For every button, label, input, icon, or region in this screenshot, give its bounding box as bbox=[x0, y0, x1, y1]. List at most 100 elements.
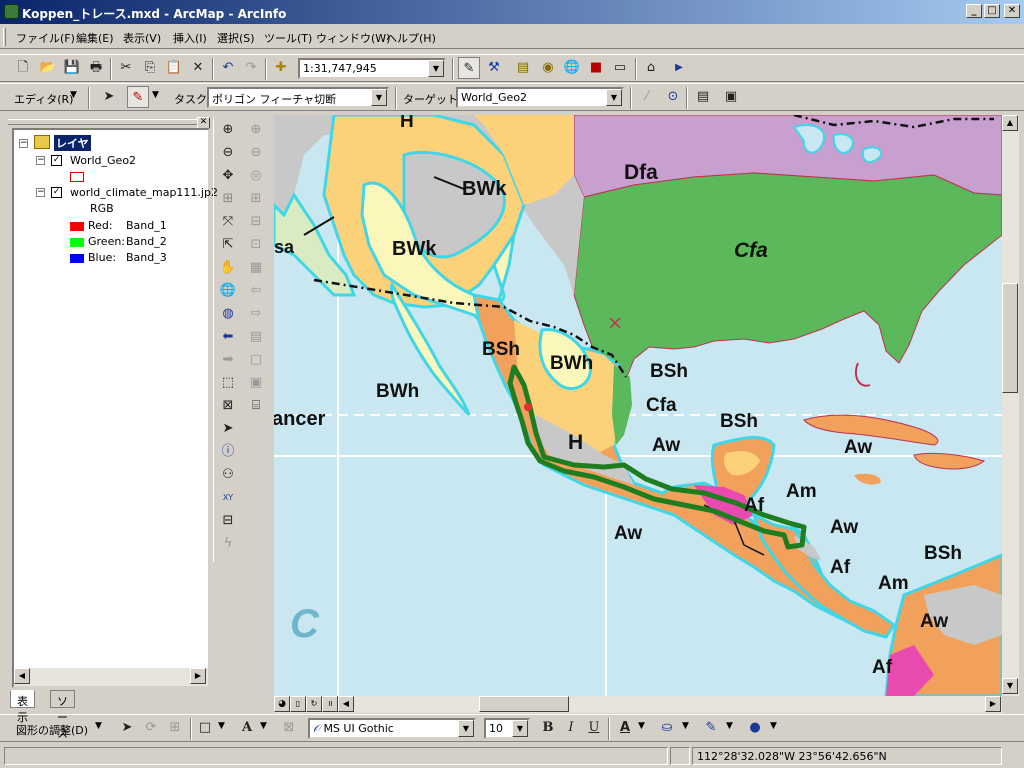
toc-root-label[interactable]: レイヤ bbox=[54, 135, 91, 151]
zoom-extent-arrows-icon[interactable]: ⇱ bbox=[216, 234, 240, 256]
tab-source[interactable]: ソース bbox=[50, 690, 75, 740]
toolbox-icon[interactable]: ■ bbox=[585, 57, 607, 79]
globe-icon[interactable]: 🌐 bbox=[561, 57, 583, 79]
rotate-element-icon[interactable]: ⟳ bbox=[140, 717, 162, 739]
climate-map[interactable]: H BWk Dfa Cfa sa BWk BSh BWh BWh BSh Cfa… bbox=[274, 115, 1002, 696]
rotate-tool-icon[interactable]: ⊙ bbox=[662, 86, 684, 108]
underline-button[interactable]: U bbox=[583, 717, 605, 739]
copy-icon[interactable]: ⎘ bbox=[139, 57, 161, 79]
fixed-zoom-in-icon[interactable]: ✥ bbox=[216, 165, 240, 187]
edit-pointer-icon[interactable]: ➤ bbox=[98, 86, 120, 108]
rectangle-chevron-icon[interactable]: ▼ bbox=[218, 721, 225, 731]
font-name-combo[interactable]: 𝒪 MS UI Gothic ▼ bbox=[308, 718, 476, 739]
forward-arrow-icon[interactable]: ➡ bbox=[216, 349, 240, 371]
font-color-chevron-icon[interactable]: ▼ bbox=[638, 721, 645, 731]
pan-hand-icon[interactable]: ✋ bbox=[216, 257, 240, 279]
editor-menu-chevron-icon[interactable]: ▼ bbox=[70, 90, 77, 100]
menu-edit[interactable]: 編集(E) bbox=[76, 30, 114, 46]
chevron-down-icon[interactable]: ▼ bbox=[371, 89, 387, 106]
data-view-icon[interactable]: ◕ bbox=[274, 696, 290, 712]
zoom-out-icon[interactable]: ⊖ bbox=[216, 142, 240, 164]
layer-checkbox[interactable]: ✓ bbox=[51, 155, 62, 166]
map-scale-combo[interactable]: 1:31,747,945 ▼ bbox=[298, 58, 446, 79]
select-features-icon[interactable]: ⬚ bbox=[216, 372, 240, 394]
marker-color-icon[interactable]: ● bbox=[744, 717, 766, 739]
layout-select-icon[interactable]: ▢ bbox=[244, 349, 268, 371]
toc-grip[interactable] bbox=[8, 119, 198, 125]
menu-help[interactable]: ヘルプ(H) bbox=[386, 30, 436, 46]
split-tool-icon[interactable]: ⁄ bbox=[636, 86, 658, 108]
pause-drawing-icon[interactable]: ॥ bbox=[322, 696, 338, 712]
rectangle-icon[interactable]: □ bbox=[194, 717, 216, 739]
model-builder-icon[interactable]: ⌂ bbox=[640, 57, 662, 79]
menu-file[interactable]: ファイル(F) bbox=[16, 30, 75, 46]
collapse-icon[interactable]: − bbox=[36, 188, 45, 197]
chevron-down-icon[interactable]: ▼ bbox=[606, 89, 622, 106]
cut-icon[interactable]: ✂ bbox=[115, 57, 137, 79]
close-button[interactable]: ✕ bbox=[1004, 4, 1020, 18]
editor-toolbar-icon[interactable]: ✎ bbox=[458, 57, 480, 79]
zoom-100-icon[interactable]: ▤ bbox=[244, 326, 268, 348]
zoom-whole-page-icon[interactable]: ▦ bbox=[244, 257, 268, 279]
toolbar-more-icon[interactable]: ▶ bbox=[668, 57, 690, 79]
menu-view[interactable]: 表示(V) bbox=[123, 30, 161, 46]
full-extent-globe-icon[interactable]: 🌐 bbox=[216, 280, 240, 302]
layout-forward-icon[interactable]: ⇨ bbox=[244, 303, 268, 325]
text-chevron-icon[interactable]: ▼ bbox=[260, 721, 267, 731]
scroll-up-icon[interactable]: ▲ bbox=[1002, 115, 1018, 131]
callout-icon[interactable]: ⊠ bbox=[278, 717, 300, 739]
collapse-icon[interactable]: − bbox=[36, 156, 45, 165]
zoom-layer-icon[interactable]: ◍ bbox=[216, 303, 240, 325]
fill-color-chevron-icon[interactable]: ▼ bbox=[682, 721, 689, 731]
find-binoculars-icon[interactable]: ⚇ bbox=[216, 464, 240, 486]
bold-button[interactable]: B bbox=[537, 717, 559, 739]
magnifier-icon[interactable]: ⊕ bbox=[244, 119, 268, 141]
task-combo[interactable]: ポリゴン フィーチャ切断 ▼ bbox=[207, 87, 389, 108]
select-elements-icon[interactable]: ➤ bbox=[216, 418, 240, 440]
scroll-down-icon[interactable]: ▼ bbox=[1002, 678, 1018, 694]
menu-insert[interactable]: 挿入(I) bbox=[173, 30, 207, 46]
command-line-icon[interactable]: ▭ bbox=[609, 57, 631, 79]
line-color-chevron-icon[interactable]: ▼ bbox=[726, 721, 733, 731]
layout-back-icon[interactable]: ⇦ bbox=[244, 280, 268, 302]
toc-horizontal-scrollbar[interactable]: ◀ ▶ bbox=[14, 668, 208, 686]
layout-zoom-out-icon[interactable]: ⊟ bbox=[244, 211, 268, 233]
paste-icon[interactable]: 📋 bbox=[163, 57, 185, 79]
zoom-to-extent-icon[interactable]: ⤧ bbox=[216, 211, 240, 233]
map-vertical-scrollbar[interactable]: ▲ ▼ bbox=[1002, 115, 1019, 696]
italic-button[interactable]: I bbox=[560, 717, 582, 739]
refresh-icon[interactable]: ↻ bbox=[306, 696, 322, 712]
new-text-icon[interactable]: A bbox=[236, 717, 258, 739]
identify-icon[interactable]: ⓘ bbox=[216, 441, 240, 463]
arccatalog-icon[interactable]: ▤ bbox=[512, 57, 534, 79]
map-horizontal-scrollbar[interactable]: ◕ ▯ ↻ ॥ ◀ ▶ bbox=[274, 696, 1002, 713]
clear-selection-icon[interactable]: ⊠ bbox=[216, 395, 240, 417]
chevron-down-icon[interactable]: ▼ bbox=[512, 720, 528, 737]
layout-pan-icon[interactable]: ⊡ bbox=[244, 234, 268, 256]
back-arrow-icon[interactable]: ⬅ bbox=[216, 326, 240, 348]
map-view[interactable]: H BWk Dfa Cfa sa BWk BSh BWh BWh BSh Cfa… bbox=[274, 115, 1002, 696]
go-to-xy-icon[interactable]: XY bbox=[216, 487, 240, 509]
layout-view-icon[interactable]: ▯ bbox=[290, 696, 306, 712]
delete-icon[interactable]: ✕ bbox=[187, 57, 209, 79]
zoom-to-selected-icon[interactable]: ⊞ bbox=[164, 717, 186, 739]
viewer-icon[interactable]: ◎ bbox=[244, 165, 268, 187]
hyperlink-lightning-icon[interactable]: ϟ bbox=[216, 533, 240, 555]
tab-display[interactable]: 表示 bbox=[10, 690, 35, 724]
layer-name[interactable]: world_climate_map111.jp2 bbox=[70, 186, 218, 199]
scroll-thumb[interactable] bbox=[1002, 283, 1018, 393]
add-data-icon[interactable]: ✚ bbox=[270, 57, 292, 79]
save-icon[interactable]: 💾 bbox=[61, 57, 83, 79]
font-size-combo[interactable]: 10 ▼ bbox=[484, 718, 530, 739]
sketch-chevron-icon[interactable]: ▼ bbox=[152, 90, 159, 100]
menu-select[interactable]: 選択(S) bbox=[217, 30, 255, 46]
select-elements-icon[interactable]: ➤ bbox=[116, 717, 138, 739]
print-icon[interactable]: 🖶 bbox=[85, 57, 107, 79]
scroll-right-icon[interactable]: ▶ bbox=[985, 696, 1001, 712]
measure-icon[interactable]: ⊟ bbox=[216, 510, 240, 532]
minimize-button[interactable]: _ bbox=[966, 4, 982, 18]
font-color-icon[interactable]: A bbox=[614, 717, 636, 739]
drawing-menu[interactable]: 図形の調整(D) bbox=[16, 722, 88, 738]
layer-checkbox[interactable]: ✓ bbox=[51, 187, 62, 198]
menu-tools[interactable]: ツール(T) bbox=[264, 30, 312, 46]
